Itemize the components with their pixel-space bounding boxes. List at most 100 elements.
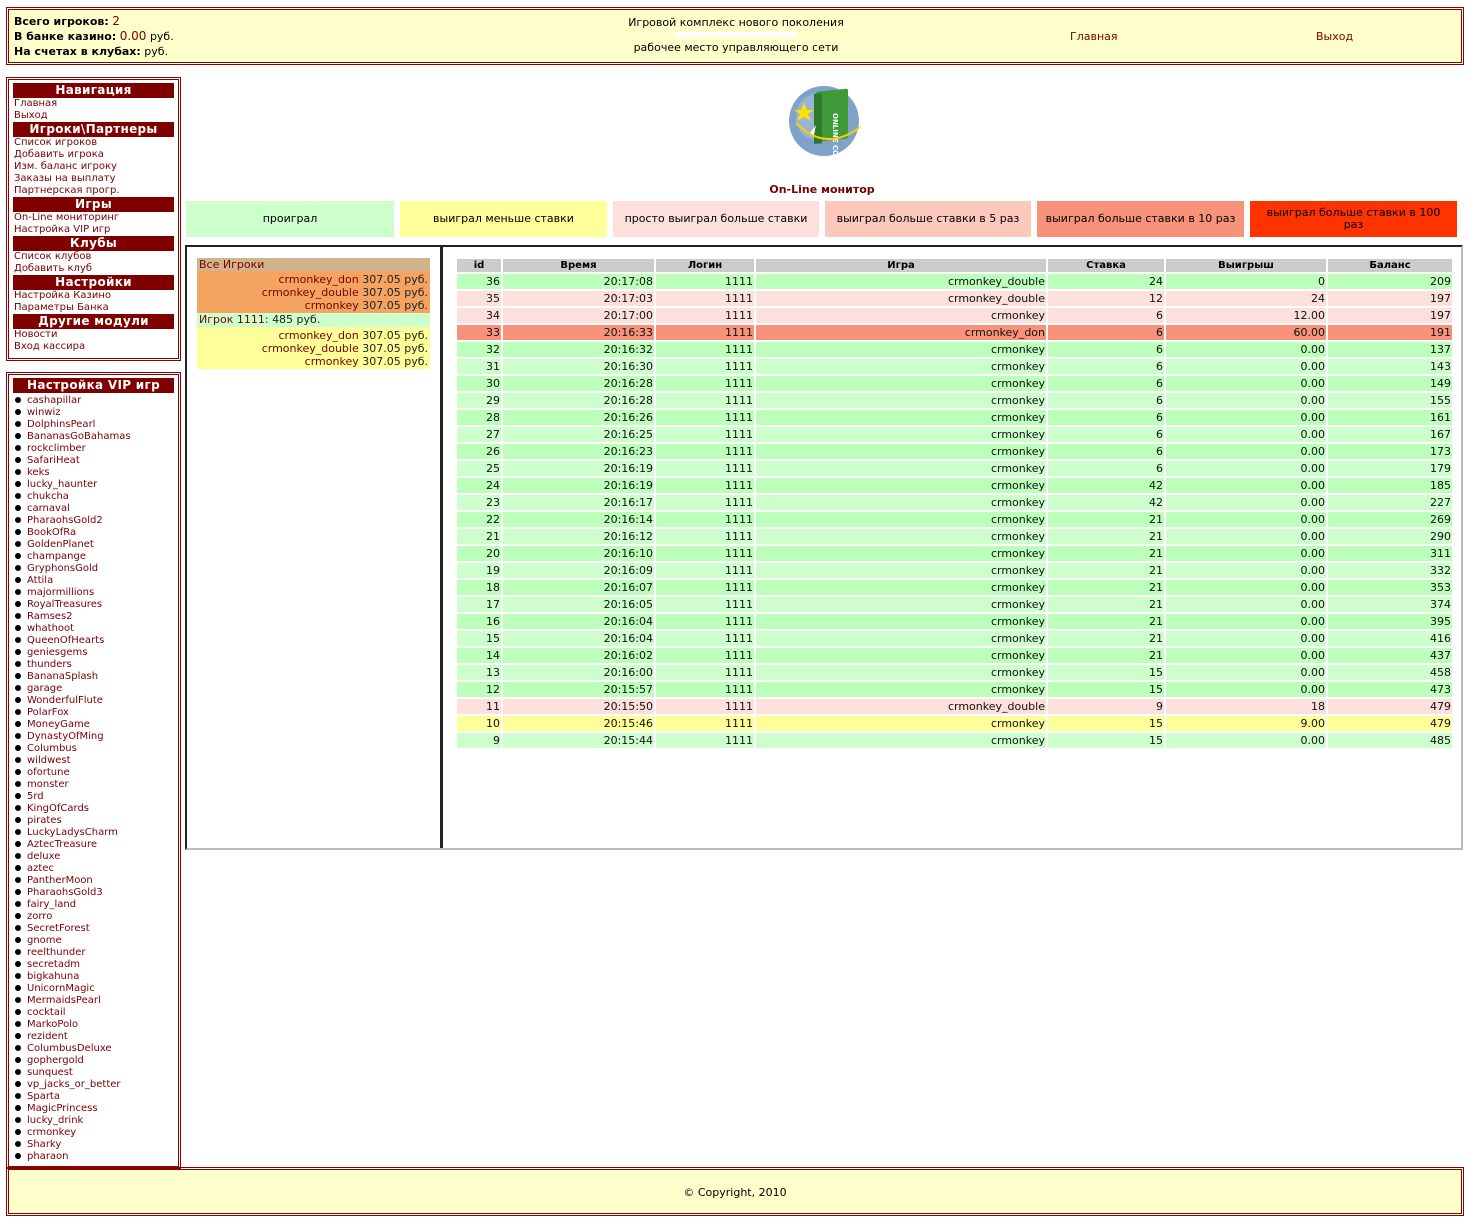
vip-game-link[interactable]: deluxe: [13, 851, 174, 863]
bank-value: 0.00: [119, 29, 147, 43]
vip-game-link[interactable]: gophergold: [13, 1055, 174, 1067]
vip-game-link[interactable]: monster: [13, 779, 174, 791]
vip-game-link[interactable]: Sparta: [13, 1091, 174, 1103]
vip-game-link[interactable]: cashapillar: [13, 395, 174, 407]
column-header[interactable]: id: [457, 259, 501, 272]
vip-game-link[interactable]: zorro: [13, 911, 174, 923]
nav-link[interactable]: Новости: [13, 329, 174, 341]
vip-game-link[interactable]: ColumbusDeluxe: [13, 1043, 174, 1055]
nav-link[interactable]: Выход: [13, 110, 174, 122]
vip-game-link[interactable]: BananasGoBahamas: [13, 431, 174, 443]
vip-game-link[interactable]: fairy_land: [13, 899, 174, 911]
nav-link[interactable]: Добавить игрока: [13, 149, 174, 161]
vip-game-link[interactable]: keks: [13, 467, 174, 479]
vip-game-link[interactable]: crmonkey: [13, 1127, 174, 1139]
vip-game-link[interactable]: rockclimber: [13, 443, 174, 455]
vip-game-link[interactable]: thunders: [13, 659, 174, 671]
vip-game-link[interactable]: RoyalTreasures: [13, 599, 174, 611]
vip-game-link[interactable]: geniesgems: [13, 647, 174, 659]
vip-game-link[interactable]: reelthunder: [13, 947, 174, 959]
vip-game-link[interactable]: Columbus: [13, 743, 174, 755]
vip-game-link[interactable]: sunquest: [13, 1067, 174, 1079]
vip-game-link[interactable]: wildwest: [13, 755, 174, 767]
vip-game-link[interactable]: majormillions: [13, 587, 174, 599]
nav-link[interactable]: Настройка Казино: [13, 290, 174, 302]
column-header[interactable]: Ставка: [1048, 259, 1164, 272]
vip-game-link[interactable]: secretadm: [13, 959, 174, 971]
vip-game-link[interactable]: ofortune: [13, 767, 174, 779]
vip-game-link[interactable]: AztecTreasure: [13, 839, 174, 851]
vip-game-link[interactable]: Sharky: [13, 1139, 174, 1151]
vip-game-link[interactable]: UnicornMagic: [13, 983, 174, 995]
player-game-row[interactable]: crmonkey_double 307.05 руб.: [199, 286, 428, 299]
vip-game-link[interactable]: pirates: [13, 815, 174, 827]
vip-game-link[interactable]: garage: [13, 683, 174, 695]
vip-game-link[interactable]: winwiz: [13, 407, 174, 419]
vip-game-link[interactable]: chukcha: [13, 491, 174, 503]
player-game-row[interactable]: crmonkey_don 307.05 руб.: [199, 273, 429, 286]
column-header[interactable]: Баланс: [1328, 259, 1452, 272]
vip-game-link[interactable]: QueenOfHearts: [13, 635, 174, 647]
player-game-row[interactable]: crmonkey 307.05 руб.: [199, 355, 428, 368]
vip-game-link[interactable]: carnaval: [13, 503, 174, 515]
nav-link[interactable]: Список игроков: [13, 137, 174, 149]
vip-game-link[interactable]: SecretForest: [13, 923, 174, 935]
nav-link[interactable]: Настройка VIP игр: [13, 224, 174, 236]
vip-game-link[interactable]: vp_jacks_or_better: [13, 1079, 174, 1091]
vip-game-link[interactable]: MagicPrincess: [13, 1103, 174, 1115]
vip-game-link[interactable]: PolarFox: [13, 707, 174, 719]
nav-link[interactable]: On-Line мониторинг: [13, 212, 174, 224]
vip-game-link[interactable]: pharaon: [13, 1151, 174, 1163]
column-header[interactable]: Выигрыш: [1166, 259, 1326, 272]
vip-game-link[interactable]: BananaSplash: [13, 671, 174, 683]
nav-link[interactable]: Добавить клуб: [13, 263, 174, 275]
vip-game-link[interactable]: aztec: [13, 863, 174, 875]
vip-game-link[interactable]: lucky_haunter: [13, 479, 174, 491]
vip-game-link[interactable]: Ramses2: [13, 611, 174, 623]
vip-game-link[interactable]: Attila: [13, 575, 174, 587]
player-entry[interactable]: Игрок 1111: 485 руб.: [197, 313, 430, 327]
vip-game-link[interactable]: SafariHeat: [13, 455, 174, 467]
vip-game-link[interactable]: PharaohsGold2: [13, 515, 174, 527]
vip-game-link[interactable]: BookOfRa: [13, 527, 174, 539]
vip-game-link[interactable]: MarkoPolo: [13, 1019, 174, 1031]
nav-link[interactable]: Заказы на выплату: [13, 173, 174, 185]
all-players-link[interactable]: Все Игроки: [197, 258, 430, 271]
vip-game-link[interactable]: GryphonsGold: [13, 563, 174, 575]
cell-time: 20:16:07: [503, 580, 654, 595]
vip-game-link[interactable]: PharaohsGold3: [13, 887, 174, 899]
column-header[interactable]: Логин: [656, 259, 754, 272]
nav-link[interactable]: Партнерская прогр.: [13, 185, 174, 197]
vip-game-link[interactable]: bigkahuna: [13, 971, 174, 983]
vip-game-link[interactable]: gnome: [13, 935, 174, 947]
vip-game-link[interactable]: champange: [13, 551, 174, 563]
vip-game-link[interactable]: MermaidsPearl: [13, 995, 174, 1007]
vip-game-link[interactable]: 5rd: [13, 791, 174, 803]
column-header[interactable]: Игра: [756, 259, 1046, 272]
vip-game-link[interactable]: DynastyOfMing: [13, 731, 174, 743]
player-game-row[interactable]: crmonkey_don 307.05 руб.: [199, 329, 429, 342]
vip-game-link[interactable]: LuckyLadysCharm: [13, 827, 174, 839]
cell-bet: 21: [1048, 546, 1164, 561]
column-header[interactable]: Время: [503, 259, 654, 272]
player-game-row[interactable]: crmonkey 307.05 руб.: [199, 299, 428, 312]
vip-game-link[interactable]: cocktail: [13, 1007, 174, 1019]
nav-link[interactable]: Изм. баланс игроку: [13, 161, 174, 173]
nav-link[interactable]: Список клубов: [13, 251, 174, 263]
header-exit-link[interactable]: Выход: [1316, 30, 1353, 43]
vip-game-link[interactable]: MoneyGame: [13, 719, 174, 731]
cell-balance: 137: [1328, 342, 1452, 357]
player-game-row[interactable]: crmonkey_double 307.05 руб.: [199, 342, 428, 355]
vip-game-link[interactable]: PantherMoon: [13, 875, 174, 887]
nav-link[interactable]: Параметры Банка: [13, 302, 174, 314]
vip-game-link[interactable]: GoldenPlanet: [13, 539, 174, 551]
vip-game-link[interactable]: whathoot: [13, 623, 174, 635]
vip-game-link[interactable]: KingOfCards: [13, 803, 174, 815]
vip-game-link[interactable]: rezident: [13, 1031, 174, 1043]
vip-game-link[interactable]: WonderfulFlute: [13, 695, 174, 707]
vip-game-link[interactable]: lucky_drink: [13, 1115, 174, 1127]
nav-link[interactable]: Главная: [13, 98, 174, 110]
nav-link[interactable]: Вход кассира: [13, 341, 174, 353]
header-home-link[interactable]: Главная: [1070, 30, 1118, 43]
vip-game-link[interactable]: DolphinsPearl: [13, 419, 174, 431]
